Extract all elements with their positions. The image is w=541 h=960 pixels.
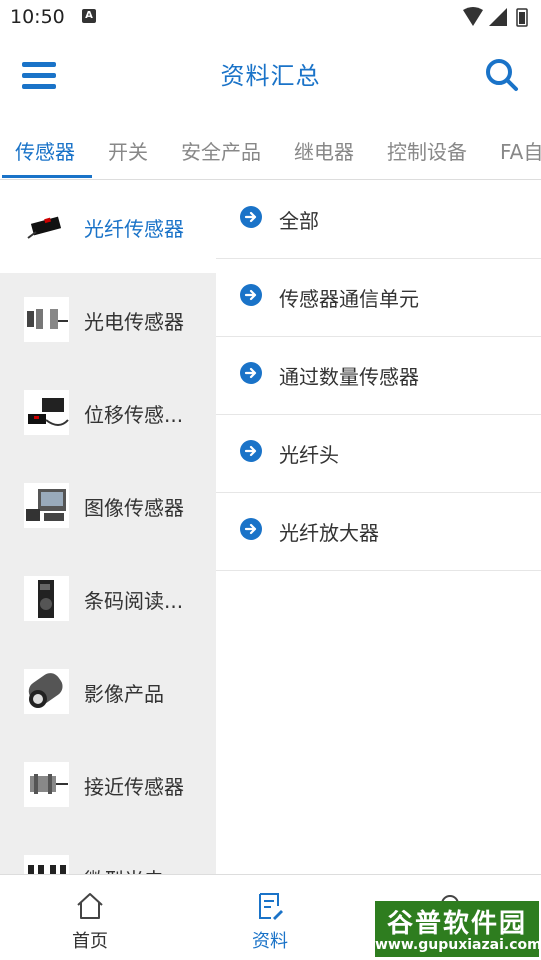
- subcategory-list: 全部 传感器通信单元 通过数量传感器 光纤头 光纤放大器: [216, 180, 541, 874]
- sidebar-item-label: 影像产品: [84, 682, 164, 706]
- image-sensor-thumbnail: [24, 483, 69, 528]
- watermark-logo: 谷普软件园 www.gupuxiazai.com: [375, 901, 541, 957]
- home-icon: [77, 893, 103, 919]
- arrow-right-circle-icon: [240, 518, 262, 540]
- list-item-sensor-comm-unit[interactable]: 传感器通信单元: [216, 258, 541, 337]
- tab-sensors[interactable]: 传感器: [15, 136, 75, 165]
- nav-documents-label: 资料: [252, 931, 288, 952]
- sidebar-item-micro-photoelectric[interactable]: 微型光电: [0, 831, 216, 874]
- sidebar-item-barcode-reader[interactable]: 条码阅读...: [0, 552, 216, 645]
- sidebar-item-image-sensor[interactable]: 图像传感器: [0, 459, 216, 552]
- notification-icon: A: [82, 9, 96, 23]
- tab-fa[interactable]: FA自: [500, 136, 541, 165]
- arrow-right-circle-icon: [240, 206, 262, 228]
- sidebar-item-imaging-products[interactable]: 影像产品: [0, 645, 216, 738]
- barcode-reader-thumbnail: [24, 576, 69, 621]
- sidebar-item-proximity-sensor[interactable]: 接近传感器: [0, 738, 216, 831]
- list-item-count-sensor[interactable]: 通过数量传感器: [216, 336, 541, 415]
- sidebar-item-photoelectric-sensor[interactable]: 光电传感器: [0, 273, 216, 366]
- sidebar-item-label: 光电传感器: [84, 310, 184, 334]
- watermark-url: www.gupuxiazai.com: [375, 937, 541, 953]
- signal-icon: [489, 8, 507, 26]
- micro-photoelectric-thumbnail: [24, 855, 69, 874]
- status-icons: [463, 7, 528, 27]
- wifi-icon: [463, 7, 483, 26]
- tab-switches[interactable]: 开关: [108, 136, 148, 165]
- sidebar-item-label: 光纤传感器: [84, 217, 184, 241]
- nav-home-label: 首页: [72, 931, 108, 952]
- photoelectric-sensor-thumbnail: [24, 297, 69, 342]
- sidebar-item-label: 条码阅读...: [84, 589, 184, 613]
- sidebar-item-fiber-sensor[interactable]: 光纤传感器: [0, 180, 216, 273]
- proximity-sensor-thumbnail: [24, 762, 69, 807]
- list-item-label: 通过数量传感器: [279, 365, 419, 389]
- sidebar-item-displacement-sensor[interactable]: 位移传感...: [0, 366, 216, 459]
- list-item-fiber-amplifier[interactable]: 光纤放大器: [216, 492, 541, 571]
- tab-safety-products[interactable]: 安全产品: [181, 136, 261, 165]
- tab-control-devices[interactable]: 控制设备: [387, 136, 467, 165]
- watermark-title: 谷普软件园: [386, 909, 527, 939]
- nav-home[interactable]: 首页: [0, 875, 180, 960]
- nav-documents[interactable]: 资料: [180, 875, 360, 960]
- document-edit-icon: [259, 893, 283, 920]
- list-item-label: 光纤放大器: [279, 521, 379, 545]
- sidebar-item-label: 微型光电: [84, 864, 164, 874]
- sidebar: 光纤传感器 光电传感器 位移传感... 图像传感器 条码阅读... 影像产品 接…: [0, 180, 216, 874]
- status-bar: 10:50 A: [0, 0, 541, 34]
- arrow-right-circle-icon: [240, 362, 262, 384]
- fiber-sensor-thumbnail: [24, 204, 69, 249]
- category-tabs: 传感器 开关 安全产品 继电器 控制设备 FA自: [0, 120, 541, 180]
- list-item-label: 全部: [279, 209, 319, 233]
- list-item-label: 传感器通信单元: [279, 287, 419, 311]
- sidebar-item-label: 图像传感器: [84, 496, 184, 520]
- page-title: 资料汇总: [220, 62, 321, 90]
- list-item-label: 光纤头: [279, 443, 339, 467]
- imaging-products-thumbnail: [24, 669, 69, 714]
- sidebar-item-label: 接近传感器: [84, 775, 184, 799]
- tab-relays[interactable]: 继电器: [294, 136, 354, 165]
- list-item-fiber-head[interactable]: 光纤头: [216, 414, 541, 493]
- sidebar-item-label: 位移传感...: [84, 403, 184, 427]
- list-item-all[interactable]: 全部: [216, 180, 541, 259]
- status-time: 10:50: [10, 6, 65, 28]
- arrow-right-circle-icon: [240, 440, 262, 462]
- search-icon[interactable]: [485, 58, 519, 92]
- active-tab-indicator: [2, 175, 92, 178]
- app-bar: 资料汇总: [0, 34, 541, 120]
- arrow-right-circle-icon: [240, 284, 262, 306]
- displacement-sensor-thumbnail: [24, 390, 69, 435]
